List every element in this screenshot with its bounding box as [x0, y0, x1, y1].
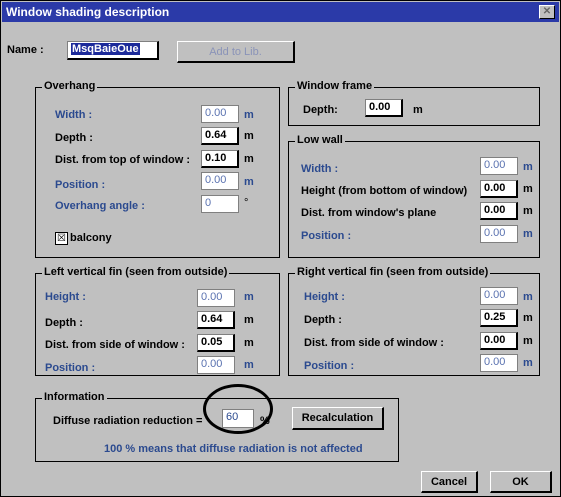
left-fin-title: Left vertical fin (seen from outside) [42, 266, 230, 278]
ok-button[interactable]: OK [490, 471, 552, 493]
low-wall-dist-input[interactable]: 0.00 [480, 202, 518, 220]
left-fin-dist-unit: m [244, 337, 254, 349]
name-value: MsqBaieOue [71, 43, 140, 55]
right-fin-depth-input[interactable]: 0.25 [480, 309, 518, 327]
low-wall-title: Low wall [295, 134, 345, 146]
dialog-window: Window shading description ✕ Name : MsqB… [0, 0, 561, 497]
overhang-position-label: Position : [55, 179, 106, 191]
right-fin-position-label: Position : [304, 360, 355, 372]
left-fin-height-input[interactable]: 0.00 [197, 289, 235, 307]
overhang-dist-input[interactable]: 0.10 [201, 150, 239, 168]
overhang-depth-label: Depth : [55, 132, 93, 144]
low-wall-height-unit: m [523, 183, 533, 195]
name-input[interactable]: MsqBaieOue [67, 41, 159, 60]
low-wall-position-input[interactable]: 0.00 [480, 225, 518, 243]
overhang-angle-label: Overhang angle : [55, 200, 145, 212]
low-wall-height-input[interactable]: 0.00 [480, 180, 518, 198]
overhang-width-unit: m [244, 109, 254, 121]
left-fin-position-input[interactable]: 0.00 [197, 356, 235, 374]
left-fin-depth-unit: m [244, 314, 254, 326]
right-fin-position-unit: m [523, 357, 533, 369]
balcony-label: balcony [70, 232, 112, 244]
highlight-circle [203, 384, 273, 434]
add-to-lib-button[interactable]: Add to Lib. [177, 41, 295, 63]
overhang-depth-input[interactable]: 0.64 [201, 127, 239, 145]
left-fin-dist-input[interactable]: 0.05 [197, 334, 235, 352]
left-fin-height-unit: m [244, 291, 254, 303]
window-frame-depth-input[interactable]: 0.00 [365, 99, 403, 117]
check-mark-icon: ☒ [57, 233, 66, 244]
overhang-dist-label: Dist. from top of window : [55, 154, 191, 166]
right-fin-dist-input[interactable]: 0.00 [480, 332, 518, 350]
overhang-angle-unit: ° [244, 197, 249, 209]
left-fin-depth-label: Depth : [45, 317, 83, 329]
low-wall-position-label: Position : [301, 230, 352, 242]
overhang-depth-unit: m [244, 130, 254, 142]
window-frame-depth-label: Depth: [303, 104, 338, 116]
overhang-angle-input[interactable]: 0 [201, 195, 239, 213]
overhang-title: Overhang [42, 80, 98, 92]
diffuse-reduction-label: Diffuse radiation reduction = [53, 415, 203, 427]
title-bar: Window shading description ✕ [2, 2, 559, 22]
window-frame-depth-unit: m [413, 104, 423, 116]
overhang-dist-unit: m [244, 153, 254, 165]
right-fin-height-unit: m [523, 291, 533, 303]
cancel-button[interactable]: Cancel [421, 471, 478, 493]
left-fin-position-label: Position : [45, 362, 96, 374]
information-title: Information [42, 391, 107, 403]
low-wall-width-unit: m [523, 161, 533, 173]
right-fin-height-input[interactable]: 0.00 [480, 287, 518, 305]
low-wall-width-label: Width : [301, 163, 339, 175]
low-wall-position-unit: m [523, 228, 533, 240]
low-wall-dist-label: Dist. from window's plane [301, 207, 437, 219]
information-note: 100 % means that diffuse radiation is no… [104, 443, 363, 455]
right-fin-position-input[interactable]: 0.00 [480, 354, 518, 372]
overhang-width-input[interactable]: 0.00 [201, 105, 239, 123]
overhang-width-label: Width : [55, 109, 93, 121]
overhang-position-input[interactable]: 0.00 [201, 172, 239, 190]
window-frame-title: Window frame [295, 80, 375, 92]
left-fin-height-label: Height : [45, 291, 86, 303]
right-fin-depth-unit: m [523, 312, 533, 324]
left-fin-position-unit: m [244, 359, 254, 371]
name-label: Name : [7, 44, 44, 56]
recalculation-button[interactable]: Recalculation [292, 407, 384, 430]
right-fin-height-label: Height : [304, 291, 345, 303]
left-fin-depth-input[interactable]: 0.64 [197, 311, 235, 329]
balcony-checkbox[interactable]: ☒ [55, 232, 68, 245]
overhang-position-unit: m [244, 176, 254, 188]
right-fin-title: Right vertical fin (seen from outside) [295, 266, 491, 278]
right-fin-dist-unit: m [523, 335, 533, 347]
right-fin-depth-label: Depth : [304, 314, 342, 326]
left-fin-dist-label: Dist. from side of window : [45, 339, 185, 351]
low-wall-height-label: Height (from bottom of window) [301, 185, 468, 197]
window-title: Window shading description [6, 5, 170, 19]
low-wall-dist-unit: m [523, 205, 533, 217]
low-wall-width-input[interactable]: 0.00 [480, 157, 518, 175]
right-fin-dist-label: Dist. from side of window : [304, 337, 444, 349]
close-button[interactable]: ✕ [539, 5, 555, 19]
